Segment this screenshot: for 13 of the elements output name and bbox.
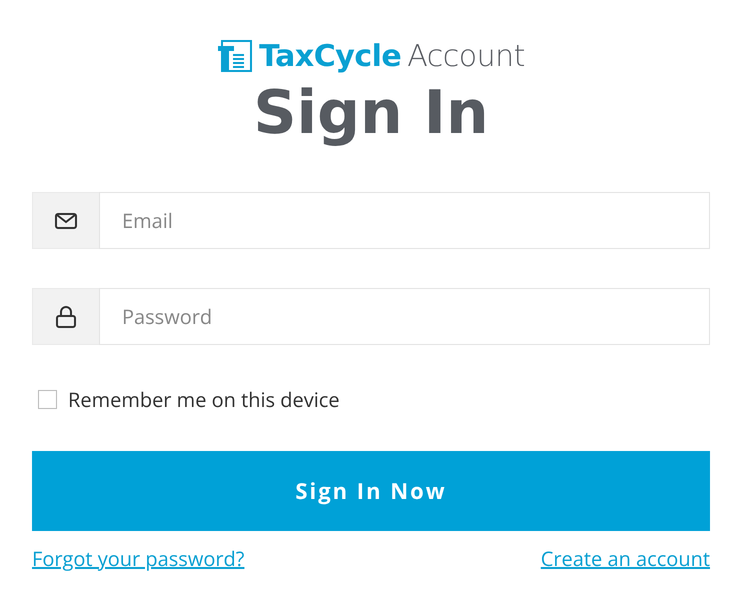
checkbox-label: Remember me on this device xyxy=(68,386,340,412)
email-field[interactable]: Email xyxy=(99,192,710,249)
envelope-icon xyxy=(55,212,77,228)
checkbox[interactable] xyxy=(38,390,57,408)
password-field[interactable]: Password xyxy=(99,288,710,345)
logo-icon xyxy=(217,38,254,74)
brand-suffix: Account xyxy=(407,38,525,74)
sign-in-button[interactable]: Sign In Now xyxy=(32,451,710,531)
lock-icon xyxy=(56,306,76,328)
forgot-password-link[interactable]: Forgot your password? xyxy=(32,545,244,572)
brand-name: TaxCycle xyxy=(259,38,402,74)
create-account-link[interactable]: Create an account xyxy=(540,545,710,572)
page-title: Sign In xyxy=(253,77,489,150)
